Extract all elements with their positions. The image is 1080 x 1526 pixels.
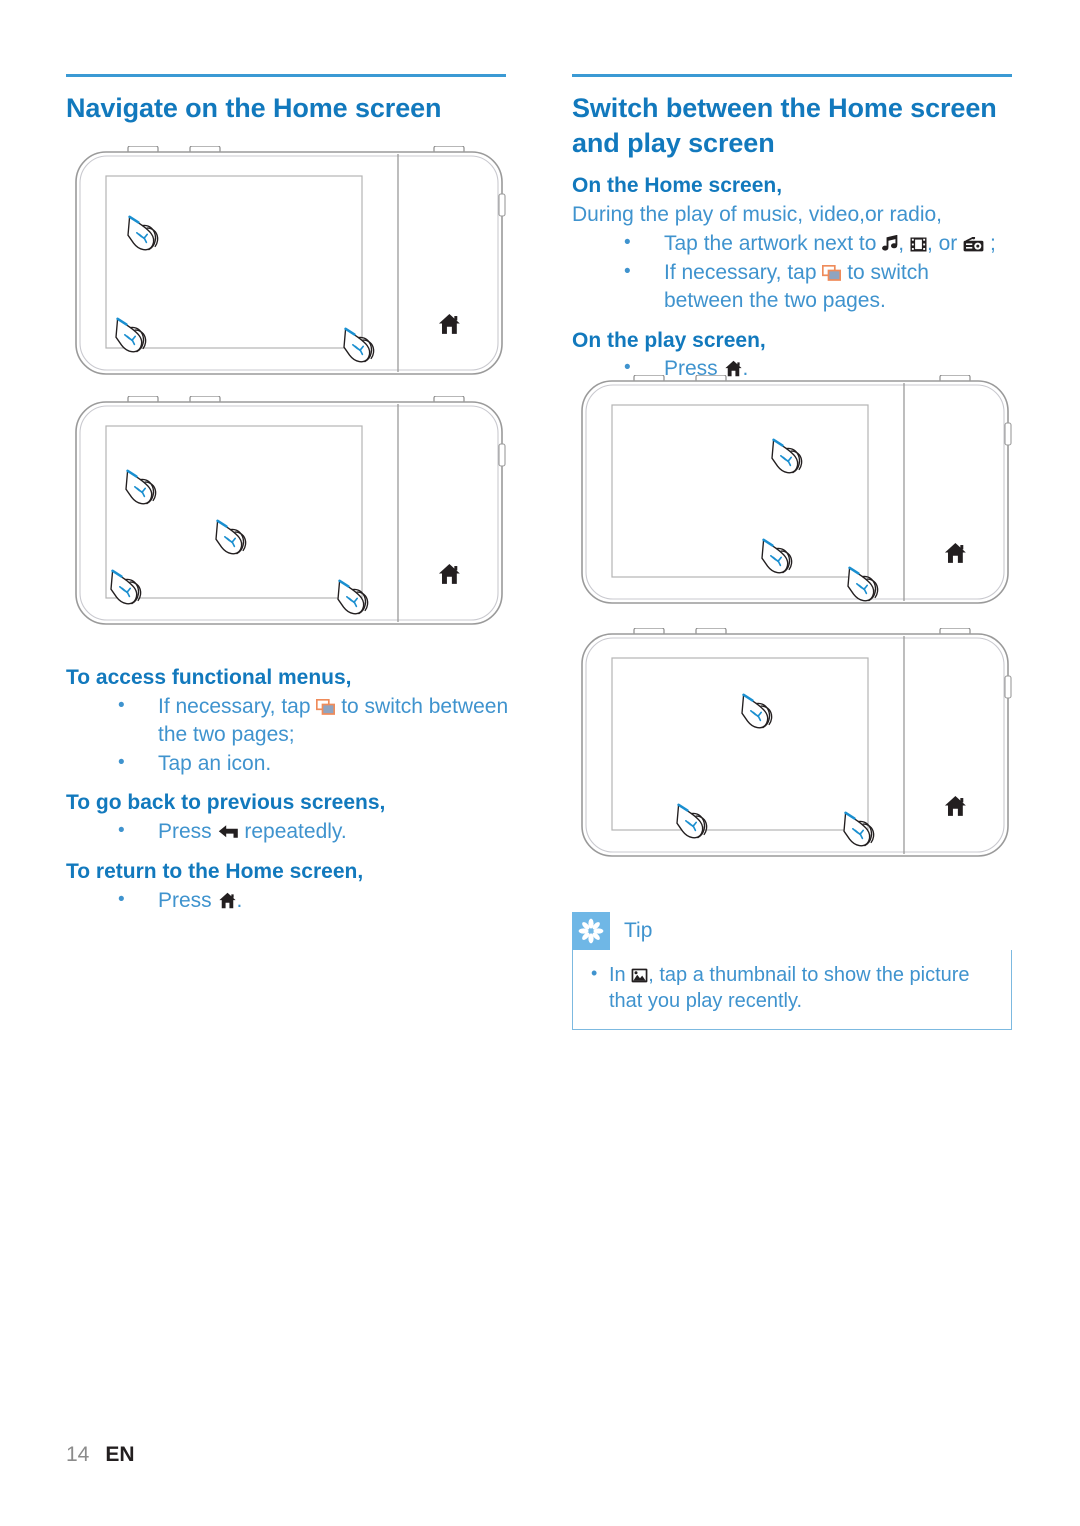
heading-return-home-screen: To return to the Home screen, [66, 860, 364, 884]
page-number: 14 [66, 1443, 90, 1466]
home-icon [724, 357, 743, 377]
bullet-list-access-menus: If necessary, tap to switch between the … [66, 693, 516, 778]
asterisk-icon [572, 912, 610, 950]
tip-label: Tip [624, 919, 653, 942]
heading-on-play-screen: On the play screen, [572, 328, 766, 352]
left-instructions: To access functional menus, If necessary… [66, 664, 516, 915]
list-item: Tap the artwork next to , , or ; [572, 230, 1012, 258]
device-play-screen-top [581, 375, 1012, 604]
home-icon [218, 889, 237, 909]
heading-access-functional-menus: To access functional menus, [66, 666, 352, 689]
bullet-list-home-screen: Tap the artwork next to , , or ; If nece… [572, 230, 1012, 315]
list-item: If necessary, tap to switch between the … [66, 693, 516, 749]
list-item: Tap an icon. [66, 750, 516, 778]
left-column: Navigate on the Home screen [66, 74, 506, 126]
film-icon [910, 232, 927, 252]
bullet-list-return-home: Press . [66, 887, 516, 915]
list-item: In , tap a thumbnail to show the picture… [587, 962, 997, 1015]
switch-pages-icon [822, 261, 842, 281]
tip-content: In , tap a thumbnail to show the picture… [572, 950, 1012, 1030]
list-item: If necessary, tap to switch between the … [572, 259, 1012, 315]
list-item: Press . [66, 887, 516, 915]
device-home-screen-first-page [75, 146, 506, 375]
list-item: Press repeatedly. [66, 818, 516, 846]
heading-on-home-screen: On the Home screen, [572, 174, 783, 198]
picture-icon [631, 964, 648, 983]
device-home-screen-second-page [75, 396, 506, 625]
radio-icon [963, 232, 984, 252]
heading-go-back-previous-screens: To go back to previous screens, [66, 791, 386, 815]
music-note-icon [882, 232, 898, 251]
bullet-list-go-back: Press repeatedly. [66, 818, 516, 846]
right-column: Switch between the Home screen and play … [572, 74, 1012, 383]
section-rule-right [572, 74, 1012, 77]
switch-pages-icon [316, 695, 336, 715]
back-arrow-icon [218, 820, 239, 839]
tip-header: Tip [572, 912, 1012, 950]
manual-page: Navigate on the Home screen To access fu… [0, 0, 1080, 1526]
page-title-navigate: Navigate on the Home screen [66, 93, 442, 123]
section-rule-left [66, 74, 506, 77]
tip-bullet-list: In , tap a thumbnail to show the picture… [587, 962, 997, 1015]
page-footer: 14 EN [66, 1443, 135, 1467]
tip-box: Tip In , tap a thumbnail to show the pic… [572, 912, 1012, 1030]
device-play-screen-bottom [581, 628, 1012, 857]
page-language: EN [105, 1443, 135, 1466]
text-during-play: During the play of music, video,or radio… [572, 202, 943, 226]
page-title-switch-screens: Switch between the Home screen and play … [572, 93, 997, 158]
